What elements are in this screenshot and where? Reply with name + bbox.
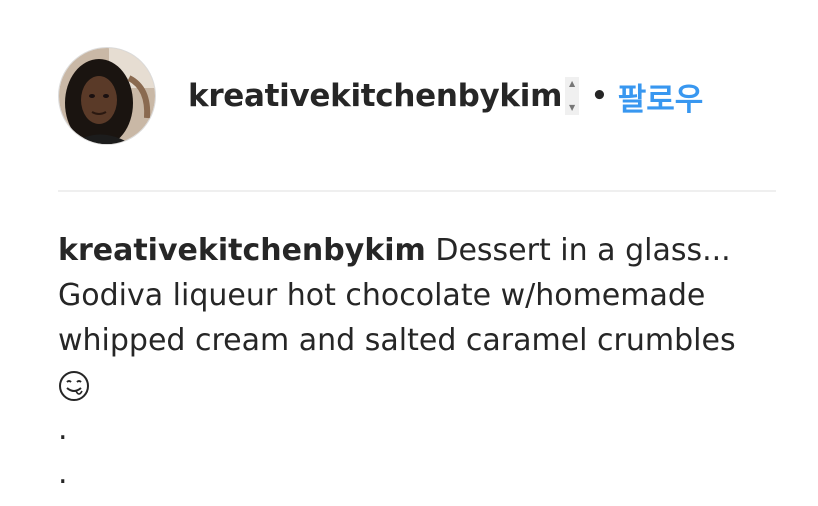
caption: kreativekitchenbykim Dessert in a glass.… [58, 228, 778, 496]
stepper-control[interactable]: ▲ ▼ [565, 77, 580, 115]
yum-face-icon [59, 370, 89, 401]
post-header: kreativekitchenbykim ▲ ▼ • 팔로우 [58, 46, 703, 146]
emoji-line [58, 363, 778, 408]
caption-body: kreativekitchenbykim Dessert in a glass.… [58, 228, 778, 363]
username-link[interactable]: kreativekitchenbykim [188, 78, 562, 114]
divider [58, 190, 776, 192]
header-text: kreativekitchenbykim ▲ ▼ • 팔로우 [188, 74, 703, 119]
stepper-up-icon[interactable]: ▲ [569, 80, 575, 88]
caption-dot-1: . [58, 412, 68, 447]
follow-button[interactable]: 팔로우 [618, 74, 704, 119]
separator-dot: • [591, 81, 608, 111]
avatar[interactable] [58, 47, 156, 145]
caption-author-link[interactable]: kreativekitchenbykim [58, 233, 426, 268]
caption-dot-2: . [58, 456, 68, 491]
avatar-photo [59, 48, 155, 144]
stepper-down-icon[interactable]: ▼ [569, 104, 575, 112]
